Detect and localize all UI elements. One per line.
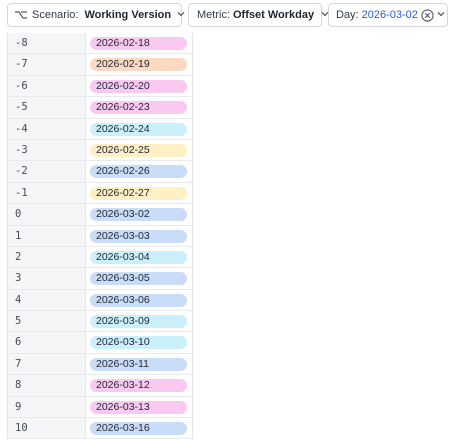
date-chip: 2026-03-09 xyxy=(90,315,187,329)
offset-date-table: -8 2026-02-18 -7 2026-02-19 -6 2026-02-20 -5 20… xyxy=(7,33,193,440)
table-row[interactable]: 5 2026-03-09 xyxy=(8,311,192,333)
chevron-down-icon xyxy=(176,9,186,22)
offset-cell: -8 xyxy=(8,33,86,54)
offset-cell: 1 xyxy=(8,225,86,246)
date-cell[interactable]: 2026-02-26 xyxy=(86,161,192,181)
metric-selector[interactable]: Metric: Offset Workday xyxy=(188,3,329,27)
table-row[interactable]: 8 2026-03-12 xyxy=(8,375,192,397)
filter-toolbar: Scenario: Working Version Metric: Offset… xyxy=(0,0,453,33)
date-cell[interactable]: 2026-03-11 xyxy=(86,354,192,374)
date-chip: 2026-02-19 xyxy=(90,58,187,72)
table-row[interactable]: -4 2026-02-24 xyxy=(8,118,192,140)
metric-label: Metric: xyxy=(197,9,230,21)
table-row[interactable]: 10 2026-03-16 xyxy=(8,418,192,440)
date-cell[interactable]: 2026-03-16 xyxy=(86,418,192,438)
date-chip: 2026-03-10 xyxy=(90,336,187,350)
table-row[interactable]: -3 2026-02-25 xyxy=(8,139,192,162)
date-cell[interactable]: 2026-03-06 xyxy=(86,290,192,310)
date-cell[interactable]: 2026-03-13 xyxy=(86,397,192,417)
scenario-label: Scenario: xyxy=(32,9,79,21)
date-cell[interactable]: 2026-02-18 xyxy=(86,33,192,53)
date-cell[interactable]: 2026-03-10 xyxy=(86,332,192,352)
offset-cell: 4 xyxy=(8,289,86,311)
date-chip: 2026-02-20 xyxy=(90,79,187,93)
table-row[interactable]: 2 2026-03-04 xyxy=(8,246,192,269)
table-row[interactable]: 7 2026-03-11 xyxy=(8,353,192,376)
day-value: 2026-03-02 xyxy=(361,9,418,21)
table-row[interactable]: 6 2026-03-10 xyxy=(8,332,192,354)
date-cell[interactable]: 2026-02-19 xyxy=(86,54,192,74)
date-chip: 2026-02-27 xyxy=(90,186,187,200)
date-chip: 2026-02-18 xyxy=(90,37,187,50)
offset-cell: -4 xyxy=(8,118,86,139)
day-selector[interactable]: Day: 2026-03-02 xyxy=(328,3,448,27)
date-cell[interactable]: 2026-03-09 xyxy=(86,311,192,331)
date-chip: 2026-03-02 xyxy=(90,208,187,222)
clear-icon[interactable] xyxy=(421,8,434,22)
table-row[interactable]: -5 2026-02-23 xyxy=(8,97,192,119)
table-row[interactable]: 0 2026-03-02 xyxy=(8,204,192,226)
table-row[interactable]: -1 2026-02-27 xyxy=(8,182,192,205)
date-chip: 2026-02-23 xyxy=(90,101,187,115)
table-row[interactable]: 3 2026-03-05 xyxy=(8,268,192,290)
date-cell[interactable]: 2026-02-20 xyxy=(86,76,192,96)
date-cell[interactable]: 2026-02-27 xyxy=(86,183,192,203)
offset-cell: 8 xyxy=(8,375,86,396)
day-label: Day: xyxy=(336,9,359,21)
table-row[interactable]: -7 2026-02-19 xyxy=(8,54,192,76)
table-row[interactable]: -6 2026-02-20 xyxy=(8,75,192,98)
date-cell[interactable]: 2026-02-23 xyxy=(86,97,192,117)
table-row[interactable]: -8 2026-02-18 xyxy=(8,33,192,55)
table-row[interactable]: -2 2026-02-26 xyxy=(8,161,192,183)
offset-cell: -2 xyxy=(8,161,86,182)
offset-cell: 6 xyxy=(8,332,86,353)
metric-value: Offset Workday xyxy=(233,9,315,21)
date-cell[interactable]: 2026-02-24 xyxy=(86,119,192,139)
date-chip: 2026-03-12 xyxy=(90,379,187,393)
date-chip: 2026-03-06 xyxy=(90,293,187,307)
date-chip: 2026-03-03 xyxy=(90,229,187,243)
date-cell[interactable]: 2026-03-04 xyxy=(86,247,192,267)
offset-cell: -5 xyxy=(8,97,86,118)
date-chip: 2026-03-04 xyxy=(90,250,187,264)
date-chip: 2026-03-13 xyxy=(90,400,187,414)
branch-icon xyxy=(14,9,28,21)
date-cell[interactable]: 2026-03-03 xyxy=(86,226,192,246)
offset-cell: 3 xyxy=(8,268,86,289)
chevron-down-icon xyxy=(436,9,446,22)
table-row[interactable]: 1 2026-03-03 xyxy=(8,225,192,247)
offset-cell: -7 xyxy=(8,54,86,75)
date-cell[interactable]: 2026-03-02 xyxy=(86,204,192,224)
table-row[interactable]: 4 2026-03-06 xyxy=(8,289,192,312)
date-chip: 2026-02-26 xyxy=(90,165,187,179)
table-row[interactable]: 9 2026-03-13 xyxy=(8,396,192,419)
app-root: Scenario: Working Version Metric: Offset… xyxy=(0,0,453,441)
offset-cell: 2 xyxy=(8,246,86,268)
offset-cell: 5 xyxy=(8,311,86,332)
offset-cell: -6 xyxy=(8,75,86,97)
date-cell[interactable]: 2026-03-12 xyxy=(86,375,192,395)
date-chip: 2026-02-24 xyxy=(90,122,187,136)
offset-cell: 7 xyxy=(8,353,86,375)
date-cell[interactable]: 2026-03-05 xyxy=(86,268,192,288)
scenario-selector[interactable]: Scenario: Working Version xyxy=(7,3,185,27)
date-chip: 2026-03-11 xyxy=(90,357,187,371)
date-chip: 2026-03-16 xyxy=(90,422,187,436)
offset-cell: 10 xyxy=(8,418,86,439)
offset-cell: 0 xyxy=(8,204,86,225)
scenario-value: Working Version xyxy=(84,9,172,21)
date-chip: 2026-03-05 xyxy=(90,272,187,286)
offset-cell: 9 xyxy=(8,396,86,418)
offset-cell: -1 xyxy=(8,182,86,204)
date-cell[interactable]: 2026-02-25 xyxy=(86,140,192,160)
offset-cell: -3 xyxy=(8,139,86,161)
date-chip: 2026-02-25 xyxy=(90,143,187,157)
